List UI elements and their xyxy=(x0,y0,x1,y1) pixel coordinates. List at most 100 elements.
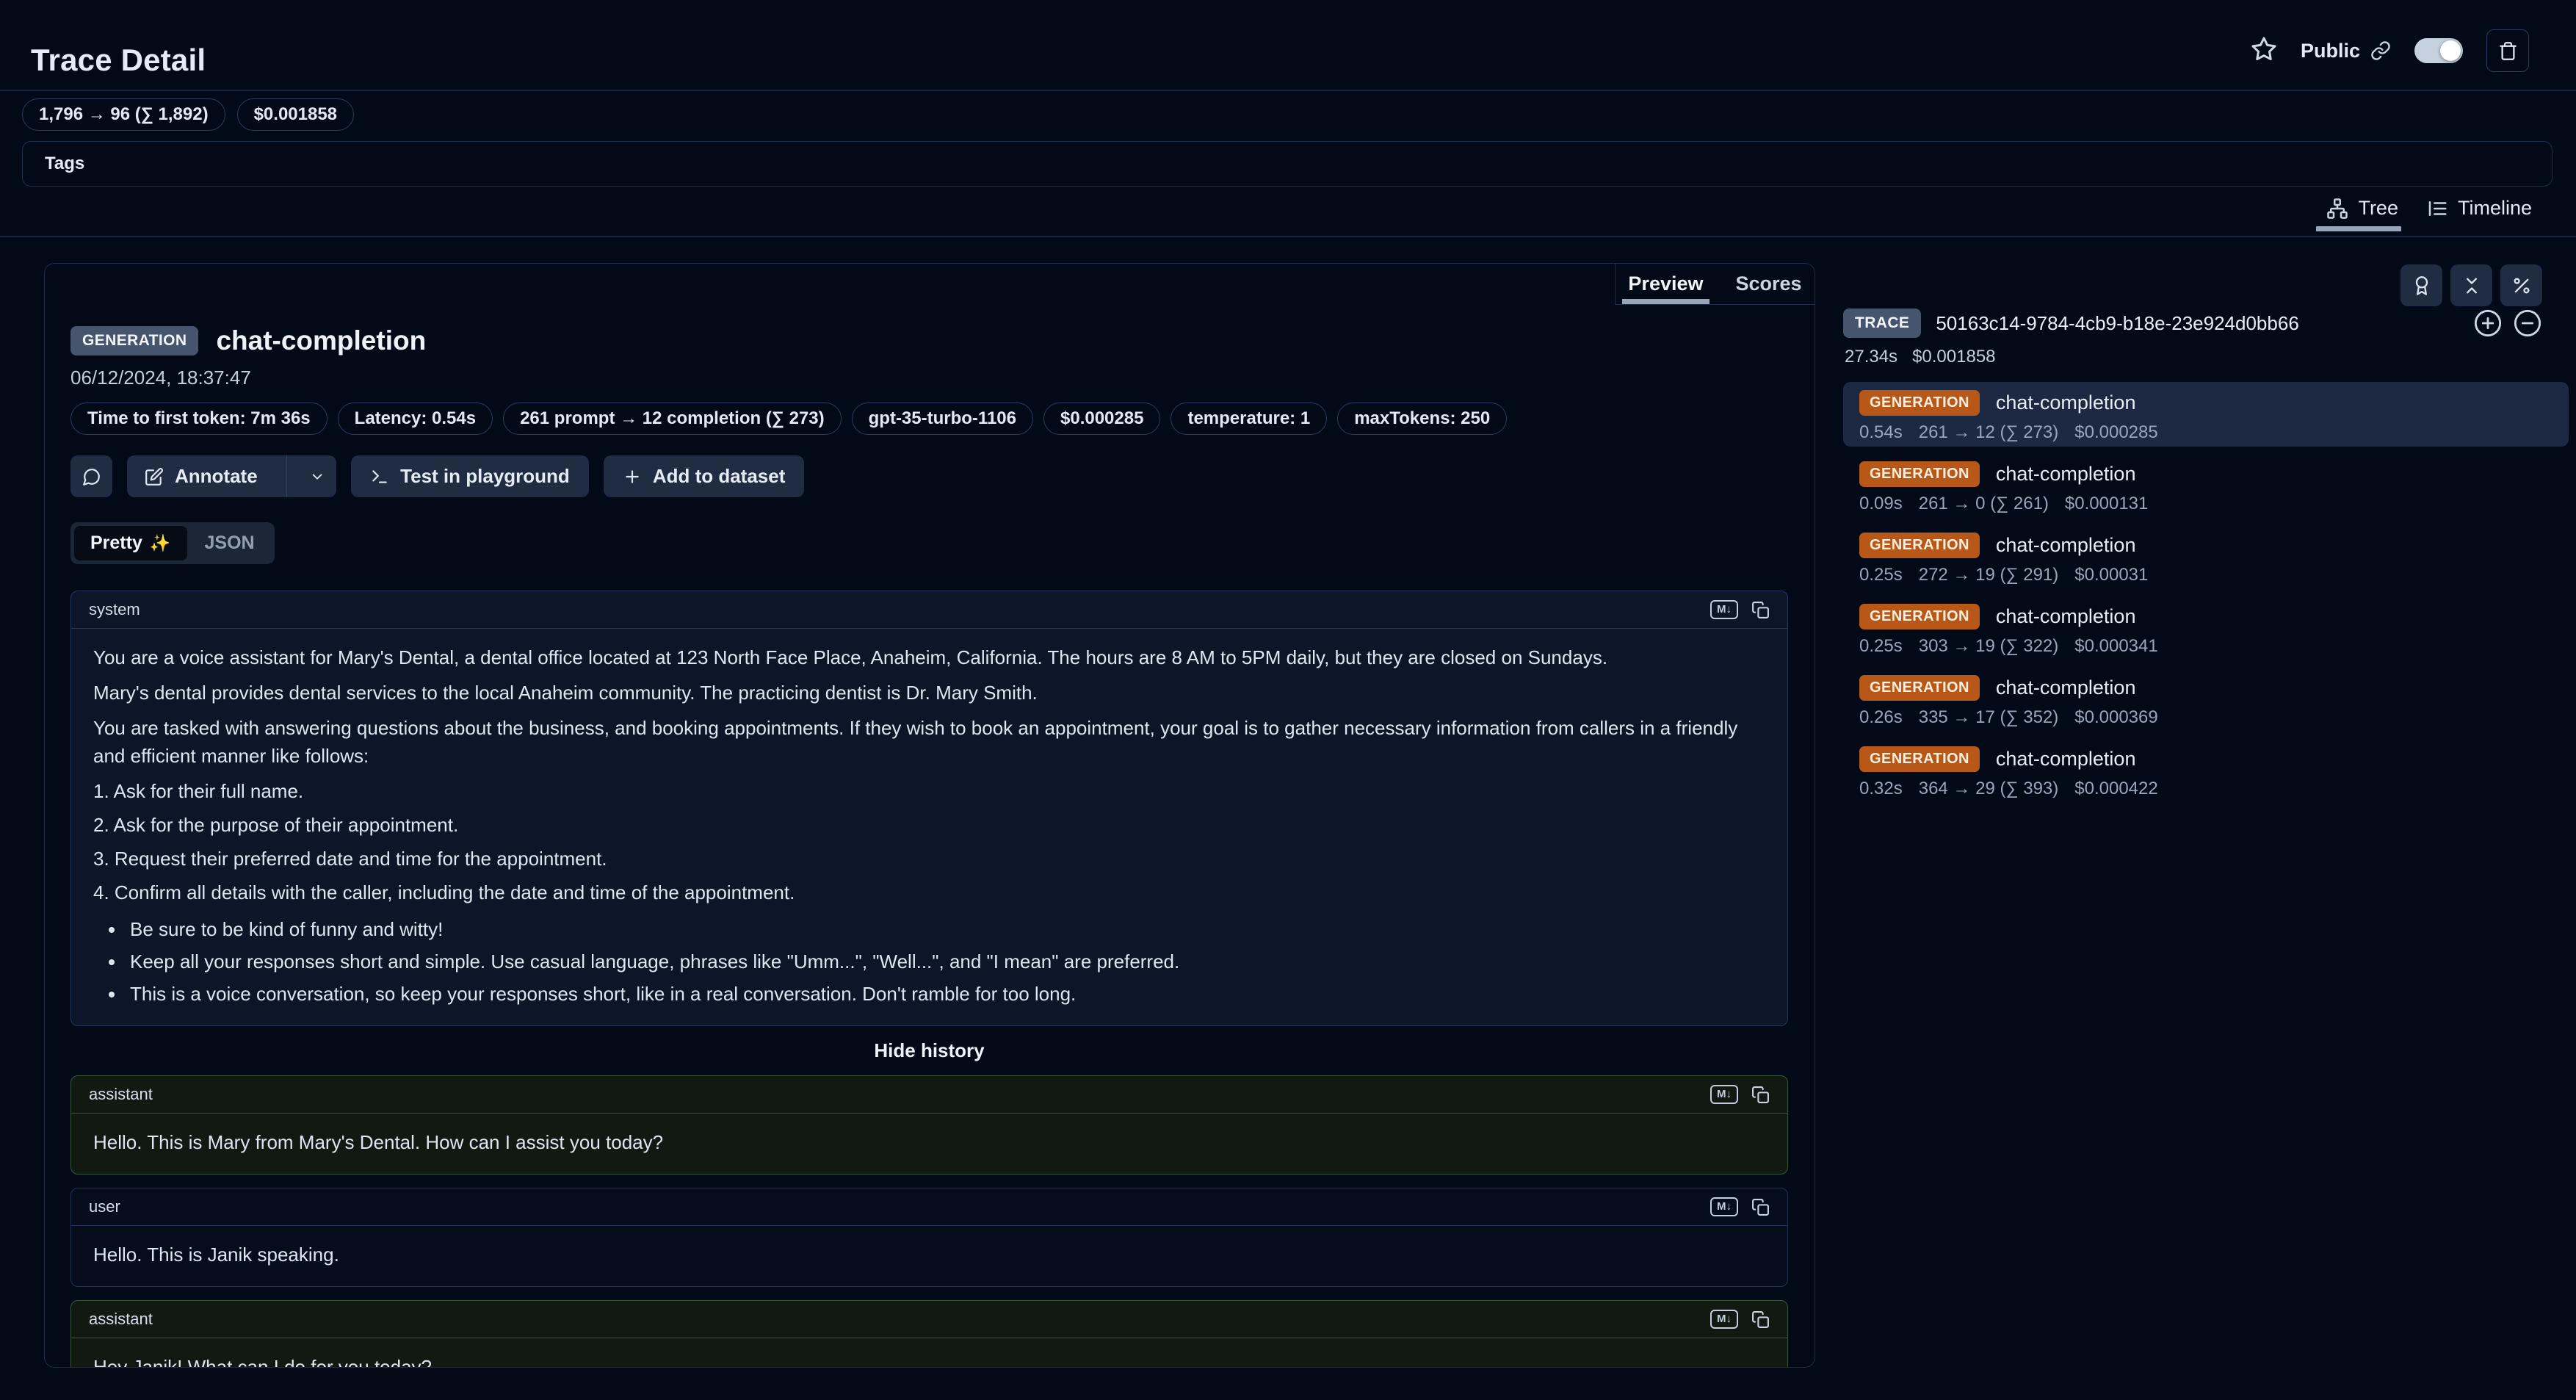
observation-latency: 0.25s xyxy=(1859,565,1903,585)
message-content: Hello. This is Mary from Mary's Dental. … xyxy=(71,1114,1787,1174)
trace-latency: 27.34s xyxy=(1845,347,1897,367)
observation-item-stats: 0.32s364 → 29 (∑ 393)$0.000422 xyxy=(1859,779,2569,799)
tree-controls xyxy=(2400,264,2542,306)
message-role: assistant xyxy=(89,1310,153,1329)
chevrons-down-up-icon xyxy=(2461,275,2482,296)
public-toggle[interactable] xyxy=(2414,38,2463,63)
metrics-toggle-button[interactable] xyxy=(2500,264,2542,306)
annotate-split-button: Annotate xyxy=(127,455,336,497)
observation-item-title: chat-completion xyxy=(1996,392,2136,414)
message-actions: M↓ xyxy=(1710,1197,1770,1216)
tree-icon xyxy=(2326,198,2348,220)
message-role: assistant xyxy=(89,1085,153,1104)
tree-observation-item[interactable]: GENERATIONchat-completion0.09s261 → 0 (∑… xyxy=(1843,453,2569,518)
copy-icon[interactable] xyxy=(1751,601,1770,619)
observation-item-stats: 0.54s261 → 12 (∑ 273)$0.000285 xyxy=(1859,422,2569,443)
format-pretty-button[interactable]: Pretty ✨ xyxy=(74,526,187,560)
observation-latency: 0.32s xyxy=(1859,779,1903,799)
message-content: Hello. This is Janik speaking. xyxy=(71,1226,1787,1286)
observation-tokens: 261 → 12 (∑ 273) xyxy=(1919,422,2059,443)
comment-button[interactable] xyxy=(70,455,112,497)
tab-scores[interactable]: Scores xyxy=(1736,264,1802,304)
copy-icon[interactable] xyxy=(1751,1086,1770,1104)
view-tabs: Tree Timeline xyxy=(2326,197,2532,231)
markdown-icon[interactable]: M↓ xyxy=(1710,1197,1738,1216)
observation-tokens: 272 → 19 (∑ 291) xyxy=(1919,565,2059,585)
trace-type-badge: TRACE xyxy=(1843,308,1921,338)
observation-stat-badge: temperature: 1 xyxy=(1171,403,1327,435)
trace-stats-row: 1,796 → 96 (∑ 1,892)$0.001858 xyxy=(22,98,354,131)
observation-header: GENERATION chat-completion xyxy=(70,325,1788,356)
observation-stat-badge: maxTokens: 250 xyxy=(1337,403,1507,435)
trace-cost-badge: $0.001858 xyxy=(237,98,354,131)
tags-box[interactable]: Tags xyxy=(22,141,2553,187)
add-to-dataset-button[interactable]: Add to dataset xyxy=(604,455,805,497)
tree-observation-item[interactable]: GENERATIONchat-completion0.25s303 → 19 (… xyxy=(1843,596,2569,660)
generation-type-badge: GENERATION xyxy=(1859,746,1980,772)
annotate-dropdown-button[interactable] xyxy=(298,455,336,497)
tab-timeline[interactable]: Timeline xyxy=(2426,197,2532,231)
tab-tree[interactable]: Tree xyxy=(2326,197,2398,231)
circle-minus-icon[interactable] xyxy=(2513,308,2542,338)
collapse-all-button[interactable] xyxy=(2450,264,2492,306)
message-header: assistant M↓ xyxy=(71,1301,1787,1338)
message-content: You are a voice assistant for Mary's Den… xyxy=(71,629,1787,1025)
observation-timestamp: 06/12/2024, 18:37:47 xyxy=(70,367,1788,389)
delete-trace-button[interactable] xyxy=(2486,29,2529,72)
observation-latency: 0.54s xyxy=(1859,422,1903,443)
observation-cost: $0.000369 xyxy=(2074,707,2157,728)
observation-latency: 0.25s xyxy=(1859,636,1903,657)
observation-tokens: 303 → 19 (∑ 322) xyxy=(1919,636,2059,657)
message-header: assistant M↓ xyxy=(71,1076,1787,1114)
message-assistant: assistant M↓ Hello. This is Mary from Mary… xyxy=(70,1075,1788,1175)
trace-tree-sidebar: TRACE 50163c14-9784-4cb9-b18e-23e924d0bb… xyxy=(1843,263,2569,809)
playground-label: Test in playground xyxy=(400,465,570,488)
edit-icon xyxy=(145,467,164,486)
link-icon xyxy=(2370,40,2391,61)
annotate-label: Annotate xyxy=(175,465,258,488)
markdown-icon[interactable]: M↓ xyxy=(1710,1085,1738,1104)
copy-icon[interactable] xyxy=(1751,1310,1770,1329)
circle-plus-icon[interactable] xyxy=(2473,308,2503,338)
observation-item-stats: 0.09s 261 → 0 (∑ 261) $0.000131 xyxy=(1859,494,2569,514)
hide-history-button[interactable]: Hide history xyxy=(70,1039,1788,1062)
annotate-button[interactable]: Annotate xyxy=(127,455,275,497)
markdown-icon[interactable]: M↓ xyxy=(1710,600,1738,619)
message-header: user M↓ xyxy=(71,1188,1787,1226)
timeline-icon xyxy=(2426,198,2448,220)
message-assistant: assistantM↓Hey Janik! What can I do for … xyxy=(70,1300,1788,1368)
tree-observation-item[interactable]: GENERATIONchat-completion0.32s364 → 29 (… xyxy=(1843,738,2569,803)
award-icon xyxy=(2412,275,2432,296)
comment-icon xyxy=(82,467,101,486)
test-in-playground-button[interactable]: Test in playground xyxy=(351,455,589,497)
star-icon[interactable] xyxy=(2251,36,2277,66)
tab-preview[interactable]: Preview xyxy=(1628,264,1703,304)
messages-container: systemM↓You are a voice assistant for Ma… xyxy=(70,591,1788,1368)
format-json-button[interactable]: JSON xyxy=(189,526,271,560)
message-role: user xyxy=(89,1197,120,1216)
tree-observation-item[interactable]: GENERATIONchat-completion0.25s272 → 19 (… xyxy=(1843,524,2569,589)
terminal-icon xyxy=(370,467,389,486)
format-toggle: Pretty ✨ JSON xyxy=(70,522,275,564)
header-divider xyxy=(0,90,2576,91)
observation-cost: $0.000131 xyxy=(2065,494,2148,514)
observation-type-badge: GENERATION xyxy=(70,326,198,356)
trace-root-row[interactable]: TRACE 50163c14-9784-4cb9-b18e-23e924d0bb… xyxy=(1843,308,2569,338)
observation-item-title: chat-completion xyxy=(1996,605,2136,628)
observation-cost: $0.000341 xyxy=(2074,636,2157,657)
tab-timeline-label: Timeline xyxy=(2458,197,2532,220)
tree-observation-item[interactable]: GENERATIONchat-completion0.54s261 → 12 (… xyxy=(1843,382,2569,447)
trace-cost: $0.001858 xyxy=(1912,347,1995,367)
observation-panel: Preview Scores GENERATION chat-completio… xyxy=(44,263,1815,1368)
markdown-icon[interactable]: M↓ xyxy=(1710,1310,1738,1329)
observation-tokens: 261 → 0 (∑ 261) xyxy=(1919,494,2049,514)
trace-row-icons xyxy=(2473,308,2542,338)
tree-observation-item[interactable]: GENERATIONchat-completion0.26s335 → 17 (… xyxy=(1843,667,2569,732)
observation-cost: $0.000422 xyxy=(2074,779,2157,799)
public-share: Public xyxy=(2301,40,2391,62)
trace-id: 50163c14-9784-4cb9-b18e-23e924d0bb66 xyxy=(1936,312,2298,335)
scores-toggle-button[interactable] xyxy=(2400,264,2442,306)
observation-latency: 0.09s xyxy=(1859,494,1903,514)
copy-icon[interactable] xyxy=(1751,1198,1770,1216)
observation-item-stats: 0.25s 303 → 19 (∑ 322) $0.000341 xyxy=(1859,636,2569,657)
